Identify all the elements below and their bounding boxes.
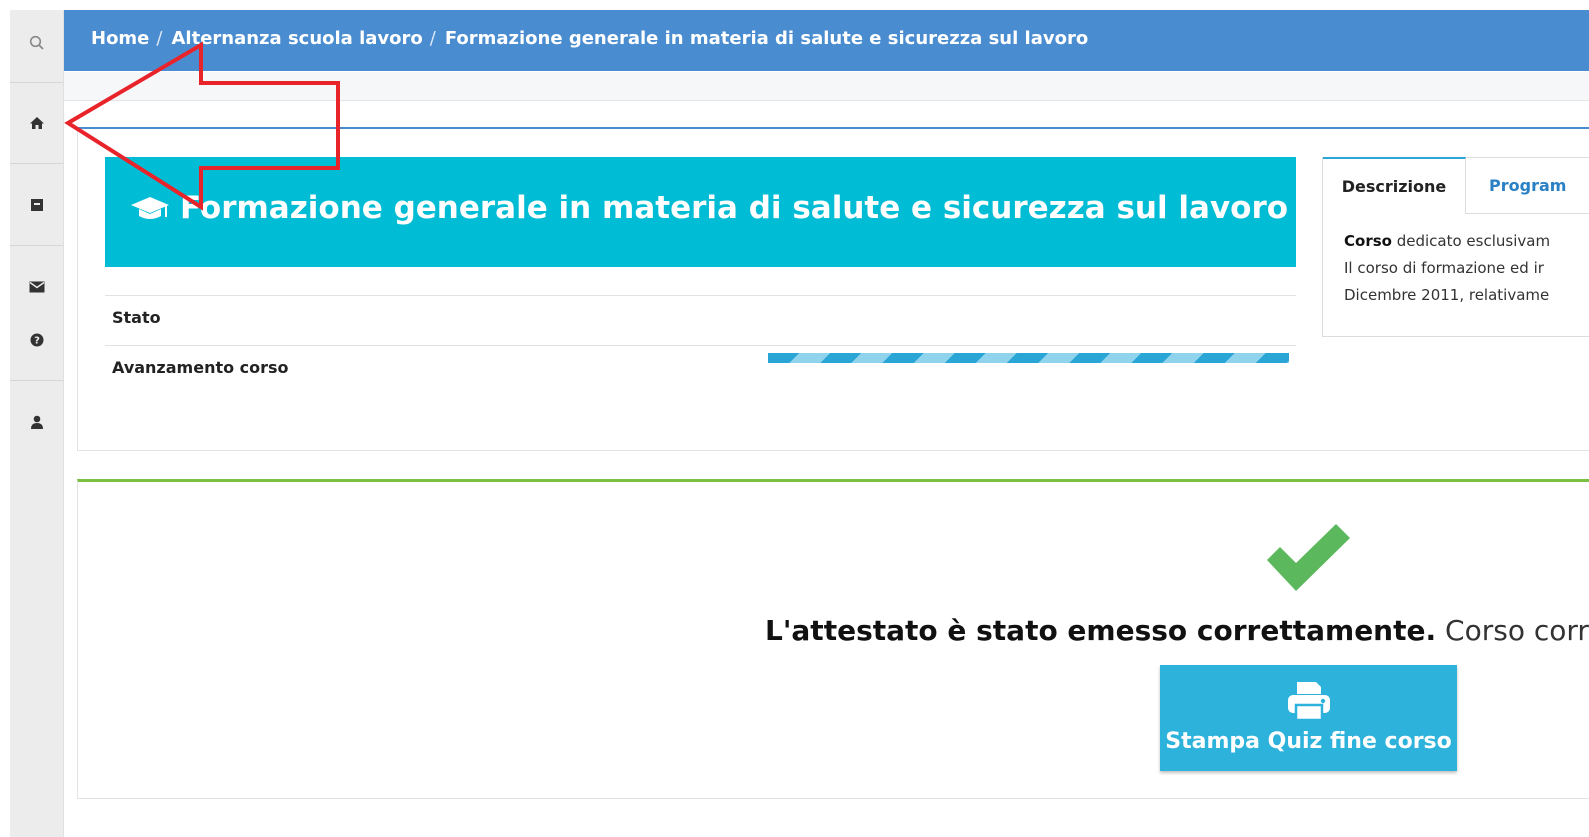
- envelope-icon: [29, 281, 44, 293]
- tab-underline: [1466, 213, 1589, 214]
- question-circle-icon: ?: [30, 333, 43, 347]
- user-icon: [30, 415, 43, 429]
- sidebar-divider: [10, 380, 63, 381]
- breadcrumb-separator: /: [429, 28, 436, 49]
- progress-label: Avanzamento corso: [112, 358, 289, 377]
- tab-descrizione[interactable]: Descrizione: [1323, 157, 1466, 214]
- tab-programma[interactable]: Program: [1489, 176, 1566, 195]
- course-progress-bar: [768, 353, 1289, 363]
- home-button[interactable]: [10, 108, 63, 138]
- course-header: Formazione generale in materia di salute…: [105, 157, 1296, 267]
- search-icon: [29, 35, 44, 50]
- sidebar-divider: [10, 245, 63, 246]
- sub-toolbar: [64, 72, 1589, 101]
- archive-button[interactable]: [10, 190, 63, 220]
- messages-button[interactable]: [10, 272, 63, 302]
- sidebar-divider: [10, 82, 63, 83]
- breadcrumb-separator: /: [156, 28, 163, 49]
- checkmark-icon: [1267, 524, 1350, 591]
- description-line: Dicembre 2011, relativame: [1344, 286, 1550, 304]
- profile-button[interactable]: [10, 407, 63, 437]
- description-text: Corso dedicato esclusivam Il corso di fo…: [1323, 230, 1589, 320]
- course-title: Formazione generale in materia di salute…: [180, 190, 1289, 226]
- archive-icon: [30, 199, 43, 211]
- breadcrumb: Home / Alternanza scuola lavoro / Formazione…: [91, 28, 1088, 49]
- printer-icon: [1288, 682, 1330, 722]
- breadcrumb-bar: Home / Alternanza scuola lavoro / Formazione…: [64, 10, 1589, 71]
- print-quiz-button[interactable]: Stampa Quiz fine corso: [1160, 665, 1457, 771]
- sidebar-divider: [10, 163, 63, 164]
- print-quiz-label: Stampa Quiz fine corso: [1165, 729, 1452, 754]
- divider: [105, 345, 1296, 346]
- status-label: Stato: [112, 308, 161, 327]
- help-button[interactable]: ?: [10, 325, 63, 355]
- completion-message-bold: L'attestato è stato emesso correttamente…: [765, 614, 1437, 647]
- svg-text:?: ?: [34, 336, 40, 347]
- graduation-cap-icon: [131, 197, 169, 219]
- divider: [105, 295, 1296, 296]
- description-line: Il corso di formazione ed ir: [1344, 259, 1544, 277]
- breadcrumb-section[interactable]: Alternanza scuola lavoro: [171, 28, 422, 49]
- completion-message-rest: Corso corret: [1445, 614, 1589, 647]
- breadcrumb-home[interactable]: Home: [91, 28, 149, 49]
- completion-message: L'attestato è stato emesso correttamente…: [765, 614, 1589, 647]
- description-line: Corso dedicato esclusivam: [1344, 232, 1551, 250]
- search-button[interactable]: [10, 28, 63, 58]
- home-icon: [29, 117, 44, 129]
- sidebar: ?: [10, 10, 64, 837]
- breadcrumb-current: Formazione generale in materia di salute…: [444, 28, 1089, 49]
